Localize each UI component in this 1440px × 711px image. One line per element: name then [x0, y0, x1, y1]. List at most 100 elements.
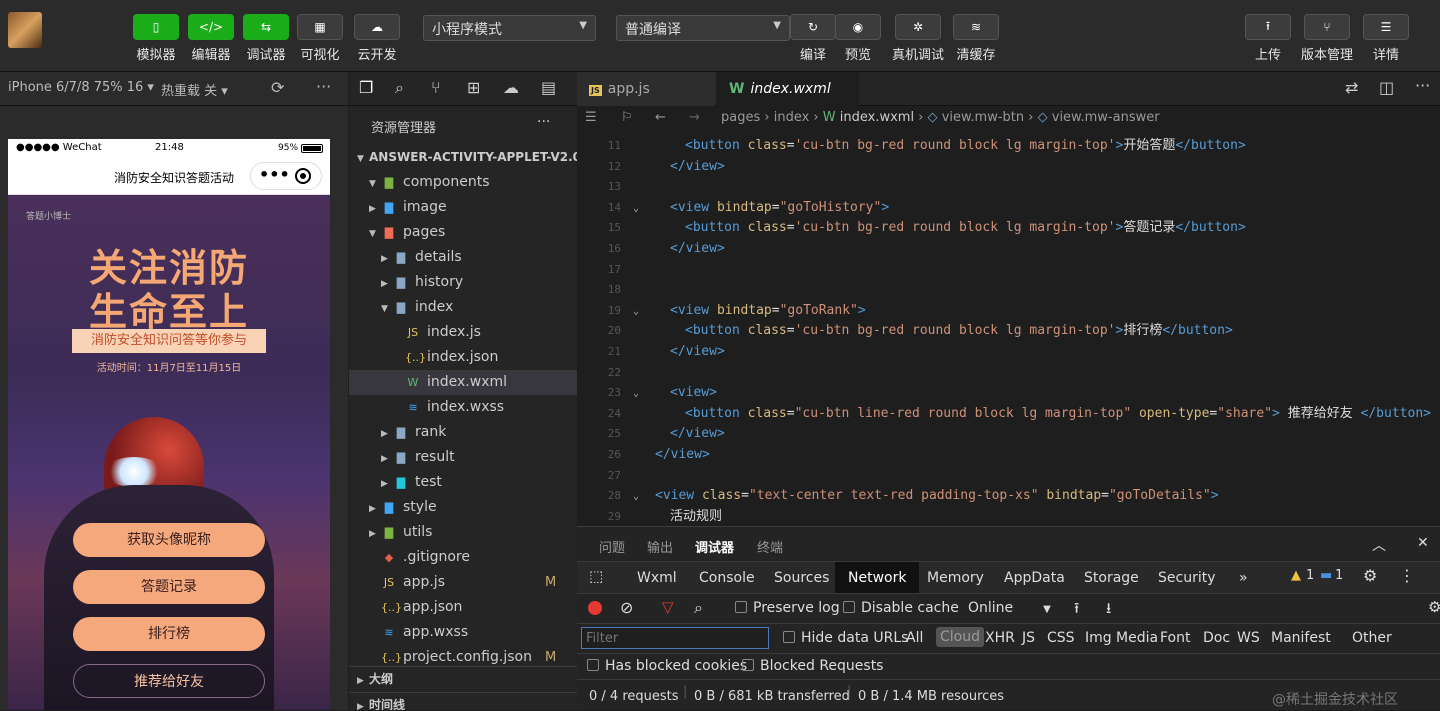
panel-tab-3[interactable]: 终端 — [757, 537, 783, 556]
type-filter-8[interactable]: Doc — [1203, 630, 1230, 646]
file-index-js[interactable]: JS index.js — [349, 320, 577, 345]
panel-icon[interactable]: ▤ — [541, 78, 556, 97]
panel-tab-1[interactable]: 输出 — [647, 537, 673, 556]
folder-components[interactable]: ▼ ▇ components — [349, 170, 577, 195]
disable-cache-checkbox[interactable]: Disable cache — [843, 600, 959, 616]
devtools-tab-6[interactable]: Storage — [1084, 562, 1139, 594]
folder-test[interactable]: ▶ ▇ test — [349, 470, 577, 495]
crumb-node-1[interactable]: view.mw-btn — [942, 110, 1024, 125]
compile-select[interactable]: 普通编译 ▼ — [616, 15, 790, 41]
folder-result[interactable]: ▶ ▇ result — [349, 445, 577, 470]
type-filter-7[interactable]: Font — [1160, 630, 1190, 646]
folder-image[interactable]: ▶ ▇ image — [349, 195, 577, 220]
blocked-requests-checkbox[interactable]: Blocked Requests — [742, 658, 883, 674]
poster-button-3[interactable]: 推荐给好友 — [73, 664, 265, 698]
files-icon[interactable]: ❐ — [359, 78, 373, 97]
hotreload-select[interactable]: 热重载 关 ▾ — [161, 80, 228, 99]
project-root[interactable]: ▼ ANSWER-ACTIVITY-APPLET-V2.0 — [349, 145, 577, 170]
bookmark-icon[interactable]: ⚐ — [621, 106, 633, 130]
clear-icon[interactable]: ⊘ — [620, 598, 633, 617]
split-editor-icon[interactable]: ◫ — [1379, 78, 1394, 97]
folder-history[interactable]: ▶ ▇ history — [349, 270, 577, 295]
type-filter-3[interactable]: JS — [1022, 630, 1035, 646]
import-har-icon[interactable]: ⭱ — [1074, 598, 1079, 623]
devtools-tab-8[interactable]: » — [1239, 562, 1248, 594]
network-settings-icon[interactable]: ⚙ — [1428, 598, 1440, 616]
file--gitignore[interactable]: ◆ .gitignore — [349, 545, 577, 570]
file-app-json[interactable]: {..}app.json — [349, 595, 577, 620]
close-circle-icon[interactable] — [295, 168, 311, 184]
extensions-icon[interactable]: ⊞ — [467, 78, 480, 97]
message-count[interactable]: 1 — [1335, 568, 1343, 583]
crumb-index[interactable]: index — [774, 110, 810, 125]
poster-button-1[interactable]: 答题记录 — [73, 570, 265, 604]
poster-button-2[interactable]: 排行榜 — [73, 617, 265, 651]
compare-icon[interactable]: ⇄ — [1345, 78, 1358, 97]
type-filter-10[interactable]: Manifest — [1271, 630, 1331, 646]
toolbar-button-4[interactable]: ☁ 云开发 — [342, 14, 412, 63]
type-filter-5[interactable]: Img — [1085, 630, 1112, 646]
crumb-file[interactable]: index.wxml — [840, 110, 914, 125]
devtools-tab-1[interactable]: Console — [699, 562, 755, 594]
folder-style[interactable]: ▶ ▇ style — [349, 495, 577, 520]
toolbar-button-2[interactable]: ☰ 详情 — [1351, 14, 1421, 63]
settings-gear-icon[interactable]: ⚙ — [1363, 566, 1377, 585]
search-icon[interactable]: ⌕ — [395, 78, 404, 98]
tab-app-js[interactable]: JS app.js — [577, 72, 715, 106]
more-icon[interactable]: ··· — [316, 77, 331, 96]
crumb-pages[interactable]: pages — [721, 110, 760, 125]
inspect-element-icon[interactable]: ⬚ — [589, 567, 603, 585]
folder-index[interactable]: ▼ ▇ index — [349, 295, 577, 320]
type-filter-4[interactable]: CSS — [1047, 630, 1075, 646]
git-branch-icon[interactable]: ⑂ — [431, 78, 441, 97]
panel-tab-0[interactable]: 问题 — [599, 537, 625, 556]
mode-select[interactable]: 小程序模式 ▼ — [423, 15, 596, 41]
devtools-tab-2[interactable]: Sources — [774, 562, 829, 594]
crumb-node-2[interactable]: view.mw-answer — [1052, 110, 1160, 125]
file-index-wxml[interactable]: Windex.wxml — [349, 370, 577, 395]
fold-chevron-icon[interactable]: ⌄ — [633, 302, 647, 322]
user-avatar[interactable] — [8, 12, 42, 48]
folder-pages[interactable]: ▼ ▇ pages — [349, 220, 577, 245]
preserve-log-checkbox[interactable]: Preserve log — [735, 600, 840, 616]
cloud-icon[interactable]: ☁ — [503, 78, 519, 97]
type-filter-6[interactable]: Media — [1116, 630, 1158, 646]
devtools-tab-3[interactable]: Network — [835, 562, 920, 594]
hide-data-urls-checkbox[interactable]: Hide data URLs — [783, 630, 908, 646]
type-filter-1[interactable]: Cloud — [936, 627, 984, 647]
folder-utils[interactable]: ▶ ▇ utils — [349, 520, 577, 545]
maximize-icon[interactable]: ︿ — [1372, 535, 1386, 555]
code-editor[interactable]: 11 <button class='cu-btn bg-red round blo… — [577, 130, 1440, 526]
fold-chevron-icon[interactable]: ⌄ — [633, 487, 647, 507]
devtools-tab-5[interactable]: AppData — [1004, 562, 1065, 594]
rotate-icon[interactable]: ⟳ — [271, 78, 284, 97]
export-har-icon[interactable]: ⭳ — [1106, 598, 1111, 623]
has-blocked-cookies-checkbox[interactable]: Has blocked cookies — [587, 658, 747, 674]
throttle-select[interactable]: Online ▼ — [968, 600, 1051, 616]
file-app-js[interactable]: JS app.js M — [349, 570, 577, 595]
device-select[interactable]: iPhone 6/7/8 75% 16 ▾ — [8, 80, 154, 95]
file-index-json[interactable]: {..}index.json — [349, 345, 577, 370]
forward-arrow-icon[interactable]: → — [689, 106, 700, 130]
devtools-tab-4[interactable]: Memory — [927, 562, 984, 594]
devtools-tab-7[interactable]: Security — [1158, 562, 1216, 594]
type-filter-11[interactable]: Other — [1352, 630, 1392, 646]
search-icon[interactable]: ⌕ — [694, 598, 703, 618]
folder-rank[interactable]: ▶ ▇ rank — [349, 420, 577, 445]
type-filter-2[interactable]: XHR — [985, 630, 1015, 646]
more-actions-icon[interactable]: ··· — [1415, 76, 1430, 95]
close-panel-icon[interactable]: ✕ — [1417, 535, 1429, 551]
back-arrow-icon[interactable]: ← — [655, 106, 666, 130]
panel-tab-2[interactable]: 调试器 — [695, 537, 734, 556]
fold-chevron-icon[interactable]: ⌄ — [633, 384, 647, 404]
more-dots-icon[interactable]: ••• — [259, 165, 290, 184]
record-icon[interactable] — [588, 601, 602, 615]
explorer-more-icon[interactable]: ··· — [537, 114, 550, 130]
toolbar-button-3[interactable]: ≋ 清缓存 — [941, 14, 1011, 63]
file-index-wxss[interactable]: ≋ index.wxss — [349, 395, 577, 420]
timeline-section[interactable]: ▶ 时间线 — [349, 692, 577, 710]
fold-chevron-icon[interactable]: ⌄ — [633, 199, 647, 219]
devtools-tab-0[interactable]: Wxml — [637, 562, 677, 594]
poster-button-0[interactable]: 获取头像昵称 — [73, 523, 265, 557]
type-filter-0[interactable]: All — [906, 630, 923, 646]
